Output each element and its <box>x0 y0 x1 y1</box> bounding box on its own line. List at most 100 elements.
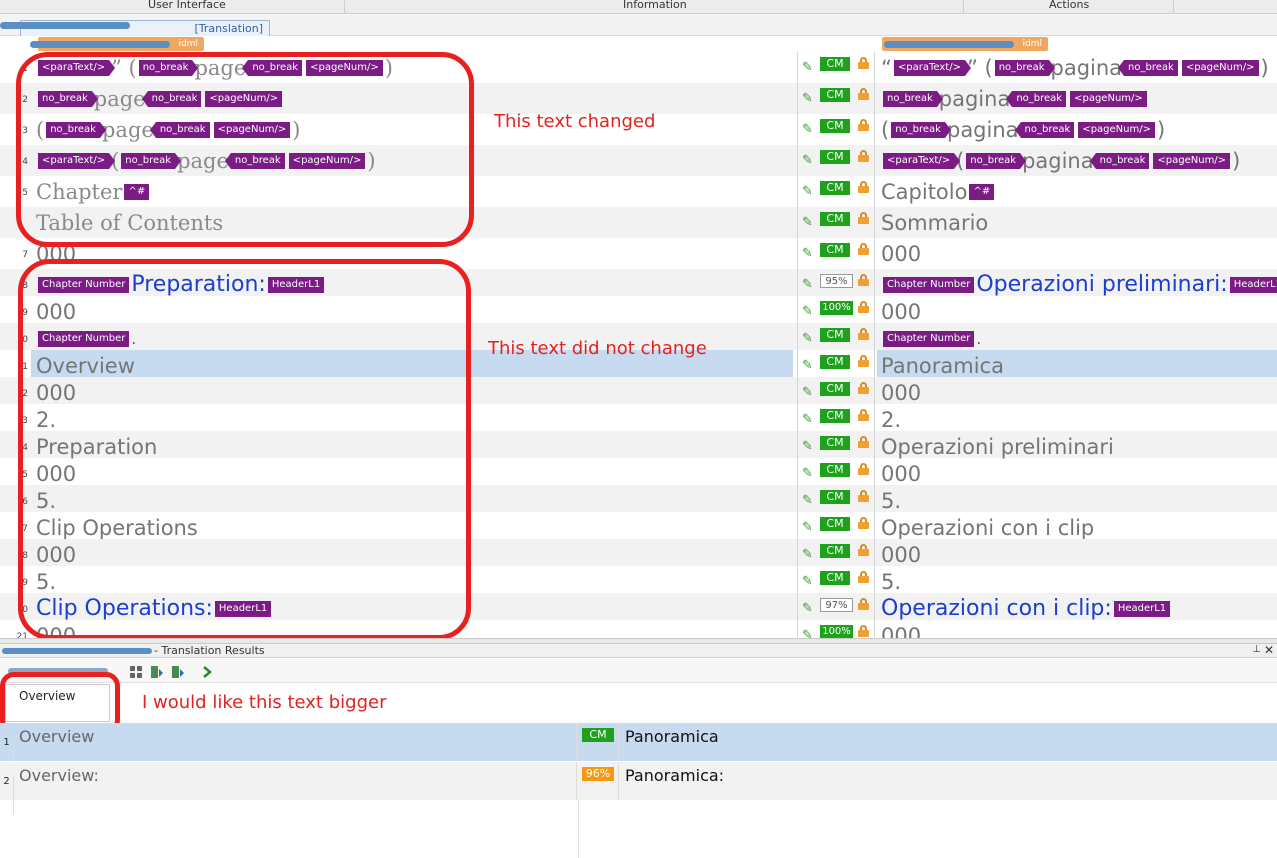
lock-icon[interactable] <box>858 625 869 637</box>
target-cell[interactable]: Operazioni preliminari <box>877 431 1277 459</box>
match-status-badge: CM <box>820 571 850 585</box>
edit-pen-icon[interactable]: ✎ <box>802 494 813 507</box>
next-arrow-icon[interactable] <box>200 664 214 678</box>
target-cell[interactable]: 000 <box>877 238 1277 269</box>
edit-pen-icon[interactable]: ✎ <box>802 92 813 105</box>
lock-icon[interactable] <box>858 243 869 255</box>
segment-text-run: Panoramica <box>881 353 1004 378</box>
edit-pen-icon[interactable]: ✎ <box>802 185 813 198</box>
match-status-badge: CM <box>820 150 850 164</box>
document-tab-bar: [Translation] <box>0 14 1277 36</box>
edit-pen-icon[interactable]: ✎ <box>802 359 813 372</box>
pin-icon[interactable]: ⊥ <box>1252 644 1261 655</box>
segment-text-run: pagina <box>938 86 1011 111</box>
edit-pen-icon[interactable]: ✎ <box>802 278 813 291</box>
match-status-badge: CM <box>820 409 850 423</box>
column-user-interface[interactable]: User Interface <box>148 0 226 11</box>
segment-status: ✎ 97% <box>797 593 875 620</box>
segment-text: 000 <box>881 240 1277 267</box>
edit-pen-icon[interactable]: ✎ <box>802 247 813 260</box>
lock-icon[interactable] <box>858 409 869 421</box>
apply-translation-alt-icon[interactable] <box>171 664 185 678</box>
segment-text: Capitolo ^# <box>881 178 1277 205</box>
target-cell[interactable]: (no_break pagina no_break <pageNum/>) <box>877 114 1277 145</box>
edit-pen-icon[interactable]: ✎ <box>802 413 813 426</box>
lock-icon[interactable] <box>858 571 869 583</box>
result-row[interactable]: 2 Overview: 96% Panoramica: <box>0 762 1277 814</box>
edit-pen-icon[interactable]: ✎ <box>802 548 813 561</box>
lock-icon[interactable] <box>858 382 869 394</box>
edit-pen-icon[interactable]: ✎ <box>802 61 813 74</box>
lock-icon[interactable] <box>858 181 869 193</box>
target-cell[interactable]: Chapter Number. <box>877 323 1277 350</box>
match-status-badge: 95% <box>820 274 853 288</box>
target-cell[interactable]: 000 <box>877 458 1277 486</box>
lock-icon[interactable] <box>858 150 869 162</box>
target-cell[interactable]: Sommario <box>877 207 1277 238</box>
lock-icon[interactable] <box>858 119 869 131</box>
target-cell[interactable]: “<paraText/>” (no_break pagina no_break <pa… <box>877 52 1277 83</box>
inline-tag: <paraText/> <box>883 152 961 169</box>
target-cell[interactable]: 000 <box>877 377 1277 406</box>
edit-pen-icon[interactable]: ✎ <box>802 332 813 345</box>
edit-pen-icon[interactable]: ✎ <box>802 440 813 453</box>
close-icon[interactable]: ✕ <box>1264 643 1274 657</box>
edit-pen-icon[interactable]: ✎ <box>802 575 813 588</box>
target-cell[interactable]: 000 <box>877 539 1277 568</box>
column-information[interactable]: Information <box>623 0 687 11</box>
column-actions[interactable]: Actions <box>1049 0 1089 11</box>
segment-status: ✎ CM <box>797 377 875 404</box>
target-cell[interactable]: Panoramica <box>877 350 1277 378</box>
segment-status: ✎ CM <box>797 238 875 269</box>
target-cell[interactable]: Operazioni con i clip <box>877 512 1277 540</box>
lock-icon[interactable] <box>858 598 869 610</box>
target-cell[interactable]: no_break pagina no_break <pageNum/> <box>877 83 1277 114</box>
target-cell[interactable]: Chapter Number Operazioni preliminari: Hea… <box>877 269 1277 297</box>
column-header: User Interface Information Actions <box>0 0 1277 14</box>
segment-text-run: pagina <box>1050 55 1123 80</box>
lock-icon[interactable] <box>858 328 869 340</box>
target-cell[interactable]: Capitolo ^# <box>877 176 1277 207</box>
segment-text: 000 <box>881 379 1277 406</box>
result-badge-cell: 96% <box>579 762 619 800</box>
edit-pen-icon[interactable]: ✎ <box>802 216 813 229</box>
edit-pen-icon[interactable]: ✎ <box>802 467 813 480</box>
target-cell[interactable]: 2. <box>877 404 1277 432</box>
target-cell[interactable]: Operazioni con i clip: HeaderL1 <box>877 593 1277 621</box>
edit-pen-icon[interactable]: ✎ <box>802 521 813 534</box>
target-cell[interactable]: <paraText/>(no_break pagina no_break <pageN… <box>877 145 1277 176</box>
match-status-badge: 97% <box>820 598 853 612</box>
edit-pen-icon[interactable]: ✎ <box>802 154 813 167</box>
edit-pen-icon[interactable]: ✎ <box>802 602 813 615</box>
target-cell[interactable]: 000 <box>877 296 1277 324</box>
edit-pen-icon[interactable]: ✎ <box>802 123 813 136</box>
result-badge-cell: CM <box>579 723 619 761</box>
results-panel-header: - Translation Results ⊥ ✕ <box>0 643 1277 658</box>
apply-translation-icon[interactable] <box>150 664 164 678</box>
lock-icon[interactable] <box>858 274 869 286</box>
segment-text-run: ) <box>1260 55 1269 80</box>
edit-pen-icon[interactable]: ✎ <box>802 629 813 638</box>
lock-icon[interactable] <box>858 517 869 529</box>
lock-icon[interactable] <box>858 436 869 448</box>
grid-icon[interactable] <box>129 664 143 678</box>
lock-icon[interactable] <box>858 490 869 502</box>
segment-text-run: 000 <box>881 241 922 266</box>
target-cell[interactable]: 5. <box>877 485 1277 513</box>
result-match-badge: 96% <box>582 767 614 781</box>
edit-pen-icon[interactable]: ✎ <box>802 305 813 318</box>
target-cell[interactable]: 5. <box>877 566 1277 594</box>
segment-text: 000 <box>881 541 1277 568</box>
result-row[interactable]: 1 Overview CM Panoramica <box>0 723 1277 775</box>
match-status-badge: CM <box>820 57 850 71</box>
target-cell[interactable]: 000 <box>877 620 1277 639</box>
lock-icon[interactable] <box>858 301 869 313</box>
lock-icon[interactable] <box>858 88 869 100</box>
lock-icon[interactable] <box>858 355 869 367</box>
lock-icon[interactable] <box>858 544 869 556</box>
edit-pen-icon[interactable]: ✎ <box>802 386 813 399</box>
lock-icon[interactable] <box>858 57 869 69</box>
inline-tag: <pageNum/> <box>1078 121 1155 138</box>
lock-icon[interactable] <box>858 212 869 224</box>
lock-icon[interactable] <box>858 463 869 475</box>
